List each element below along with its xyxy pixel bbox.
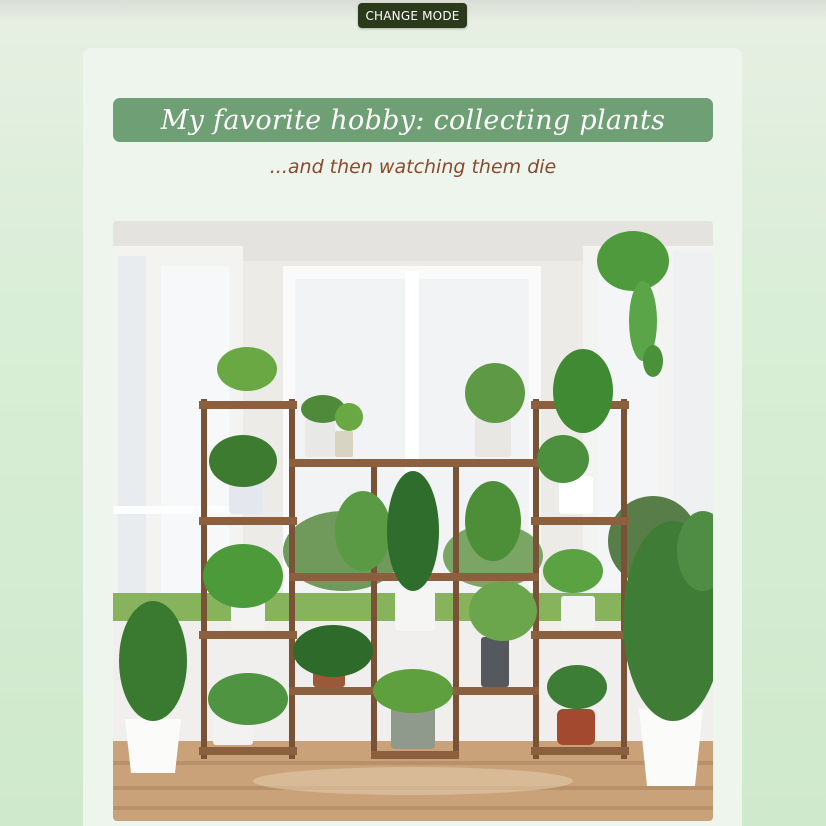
plant-shelf-photo (113, 221, 713, 821)
page-subtitle: ...and then watching them die (269, 156, 557, 178)
change-mode-button[interactable]: CHANGE MODE (358, 3, 467, 28)
title-banner: My favorite hobby: collecting plants (113, 98, 713, 142)
page-title: My favorite hobby: collecting plants (160, 104, 666, 136)
content-card: My favorite hobby: collecting plants ...… (83, 48, 742, 826)
plant-shelf-illustration (113, 221, 713, 821)
